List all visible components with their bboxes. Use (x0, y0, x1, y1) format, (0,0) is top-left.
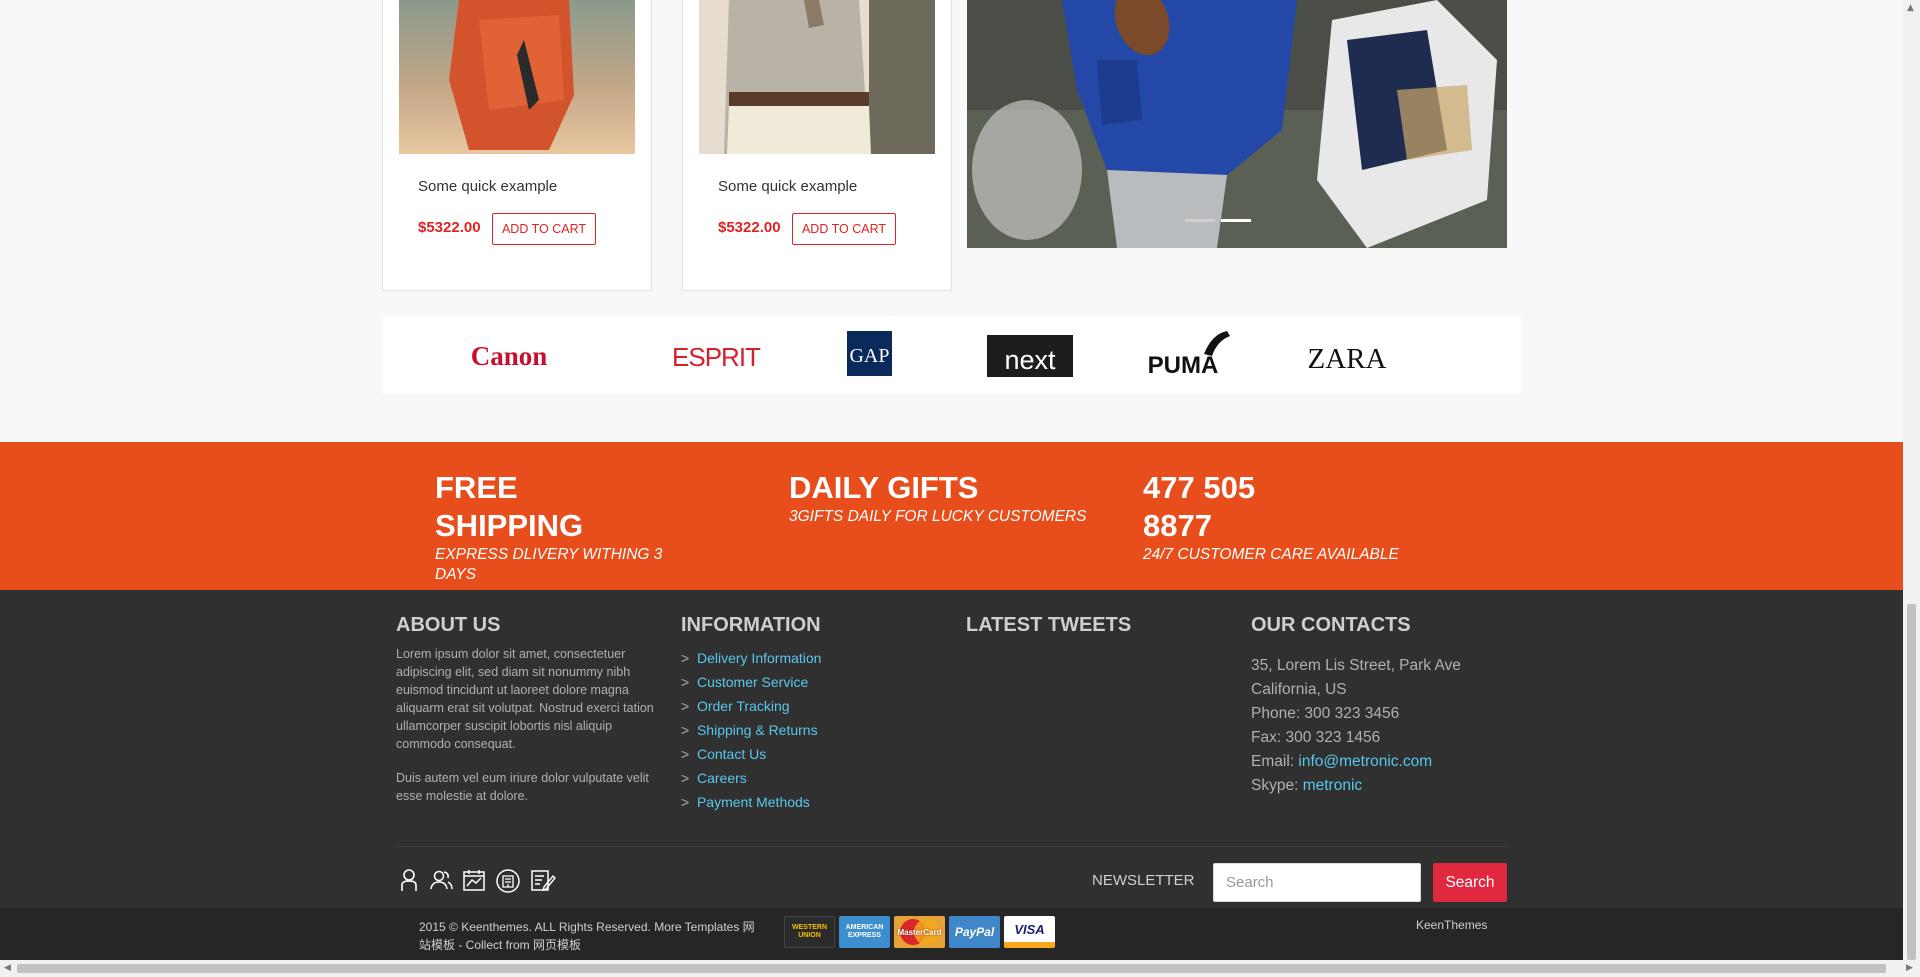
user-icon[interactable] (398, 868, 420, 892)
product-image[interactable] (399, 0, 635, 154)
contact-email-row: Email: info@metronic.com (1251, 750, 1511, 774)
brand-name: ESPRIT (672, 342, 761, 372)
shipping-returns-link[interactable]: Shipping & Returns (697, 722, 818, 738)
footer-heading: INFORMATION (681, 614, 821, 636)
footer-heading: ABOUT US (396, 614, 501, 636)
slider-dot[interactable] (1185, 219, 1215, 222)
contact-address: California, US (1251, 681, 1347, 698)
vertical-scrollbar-thumb[interactable] (1907, 604, 1916, 960)
hero-slider[interactable] (967, 0, 1507, 248)
footer-divider (396, 846, 1507, 847)
product-image[interactable] (699, 0, 935, 154)
slider-dot-active[interactable] (1221, 219, 1251, 222)
footer-link-item: > Order Tracking (681, 698, 790, 714)
horizontal-scrollbar-thumb[interactable] (17, 964, 1886, 973)
payment-label: WESTERN UNION (792, 924, 827, 939)
add-to-cart-button[interactable]: ADD TO CART (492, 213, 596, 245)
payment-label: PayPal (954, 925, 995, 939)
newsletter-search-input[interactable]: Search (1213, 863, 1421, 902)
contact-skype-label: Skype: (1251, 777, 1303, 794)
payment-label: VISA (1014, 921, 1045, 937)
contact-address: 35, Lorem Lis Street, Park Ave (1251, 657, 1461, 674)
brand-name: next (1004, 345, 1056, 375)
newsletter-label: NEWSLETTER (1092, 872, 1195, 889)
brand-logo-next[interactable]: next (987, 335, 1073, 377)
footer-link-item: > Customer Service (681, 674, 809, 690)
contact-us-link[interactable]: Contact Us (697, 746, 766, 762)
scroll-right-arrow-icon[interactable]: ▶ (1906, 963, 1913, 973)
brand-name: Canon (471, 341, 548, 371)
footer-link-item: > Careers (681, 770, 747, 786)
footer-heading: LATEST TWEETS (966, 614, 1132, 636)
vertical-scrollbar[interactable]: ▲ (1903, 0, 1920, 960)
copyright-bar: 2015 © Keenthemes. ALL Rights Reserved. … (0, 908, 1903, 961)
users-icon[interactable] (429, 868, 453, 892)
brand-name: ZARA (1308, 343, 1387, 375)
promo-bar: FREE SHIPPING EXPRESS DLIVERY WITHING 3 … (0, 442, 1903, 590)
footer-link-item: > Delivery Information (681, 650, 822, 666)
customer-service-link[interactable]: Customer Service (697, 674, 808, 690)
about-text: Lorem ipsum dolor sit amet, consectetuer… (396, 647, 654, 751)
payment-mastercard-icon: MasterCard (894, 916, 945, 948)
product-price: $5322.00 (718, 219, 781, 236)
scroll-left-arrow-icon[interactable]: ◀ (4, 963, 11, 973)
order-tracking-link[interactable]: Order Tracking (697, 698, 790, 714)
footer-link-item: > Contact Us (681, 746, 767, 762)
add-to-cart-button[interactable]: ADD TO CART (792, 213, 896, 245)
promo-subtitle: 3GIFTS DAILY FOR LUCKY CUSTOMERS (789, 508, 1087, 525)
promo-subtitle: 24/7 CUSTOMER CARE AVAILABLE (1143, 546, 1399, 563)
promo-phone: 477 505 8877 24/7 CUSTOMER CARE AVAILABL… (1143, 469, 1443, 565)
payment-label: AMERICAN EXPRESS (845, 924, 884, 939)
promo-title: 477 505 8877 (1143, 470, 1256, 543)
payment-label: MasterCard (897, 927, 942, 937)
contact-skype-link[interactable]: metronic (1303, 777, 1362, 794)
payment-methods: WESTERN UNION AMERICAN EXPRESS MasterCar… (784, 916, 1055, 948)
product-title[interactable]: Some quick example (418, 178, 557, 195)
payment-western-union-icon: WESTERN UNION (784, 916, 835, 948)
brand-name: PUMA (1148, 352, 1219, 379)
chart-icon[interactable] (462, 868, 486, 892)
footer-heading: OUR CONTACTS (1251, 614, 1411, 636)
contact-email-label: Email: (1251, 753, 1299, 770)
payment-visa-icon: VISA (1004, 916, 1055, 948)
edit-icon[interactable] (530, 868, 556, 892)
payment-amex-icon: AMERICAN EXPRESS (839, 916, 890, 948)
product-card: Some quick example $5322.00 ADD TO CART (382, 0, 652, 291)
horizontal-scrollbar[interactable]: ◀ ▶ (0, 960, 1920, 977)
exam-icon[interactable] (495, 868, 521, 894)
scroll-up-arrow-icon[interactable]: ▲ (1907, 3, 1914, 13)
footer-link-item: > Shipping & Returns (681, 722, 818, 738)
promo-title: DAILY GIFTS (789, 470, 979, 505)
product-price: $5322.00 (418, 219, 481, 236)
contact-skype-row: Skype: metronic (1251, 774, 1511, 798)
careers-link[interactable]: Careers (697, 770, 747, 786)
brand-name: GAP (849, 345, 889, 367)
brand-logo-zara[interactable]: ZARA (1308, 343, 1387, 375)
promo-daily-gifts: DAILY GIFTS 3GIFTS DAILY FOR LUCKY CUSTO… (789, 469, 1089, 527)
newsletter-search-button[interactable]: Search (1433, 863, 1507, 902)
brand-logo-puma[interactable]: PUMA (1148, 331, 1230, 379)
about-text: Duis autem vel eum iriure dolor vulputat… (396, 771, 649, 803)
social-icons (398, 868, 556, 894)
payment-methods-link[interactable]: Payment Methods (697, 794, 810, 810)
footer: ABOUT US Lorem ipsum dolor sit amet, con… (0, 590, 1903, 908)
product-title[interactable]: Some quick example (718, 178, 857, 195)
brands-carousel: Canon ESPRIT GAP next PUMA ZARA (382, 316, 1521, 394)
delivery-information-link[interactable]: Delivery Information (697, 650, 822, 666)
contact-phone: Phone: 300 323 3456 (1251, 705, 1400, 722)
payment-paypal-icon: PayPal (949, 916, 1000, 948)
promo-subtitle: EXPRESS DLIVERY WITHING 3 DAYS (435, 546, 663, 583)
brand-logo-esprit[interactable]: ESPRIT (672, 342, 762, 372)
brand-logo-gap[interactable]: GAP (847, 331, 892, 376)
promo-title: FREE SHIPPING (435, 470, 584, 543)
product-card: Some quick example $5322.00 ADD TO CART (682, 0, 952, 291)
contact-email-link[interactable]: info@metronic.com (1298, 753, 1432, 770)
keenthemes-link[interactable]: KeenThemes (1416, 918, 1487, 932)
contact-fax: Fax: 300 323 1456 (1251, 729, 1381, 746)
copyright-text: 2015 © Keenthemes. ALL Rights Reserved. … (419, 920, 755, 952)
footer-link-item: > Payment Methods (681, 794, 810, 810)
slider-dots (1185, 219, 1251, 222)
brand-logo-canon[interactable]: Canon (471, 341, 548, 371)
promo-free-shipping: FREE SHIPPING EXPRESS DLIVERY WITHING 3 … (435, 469, 695, 585)
